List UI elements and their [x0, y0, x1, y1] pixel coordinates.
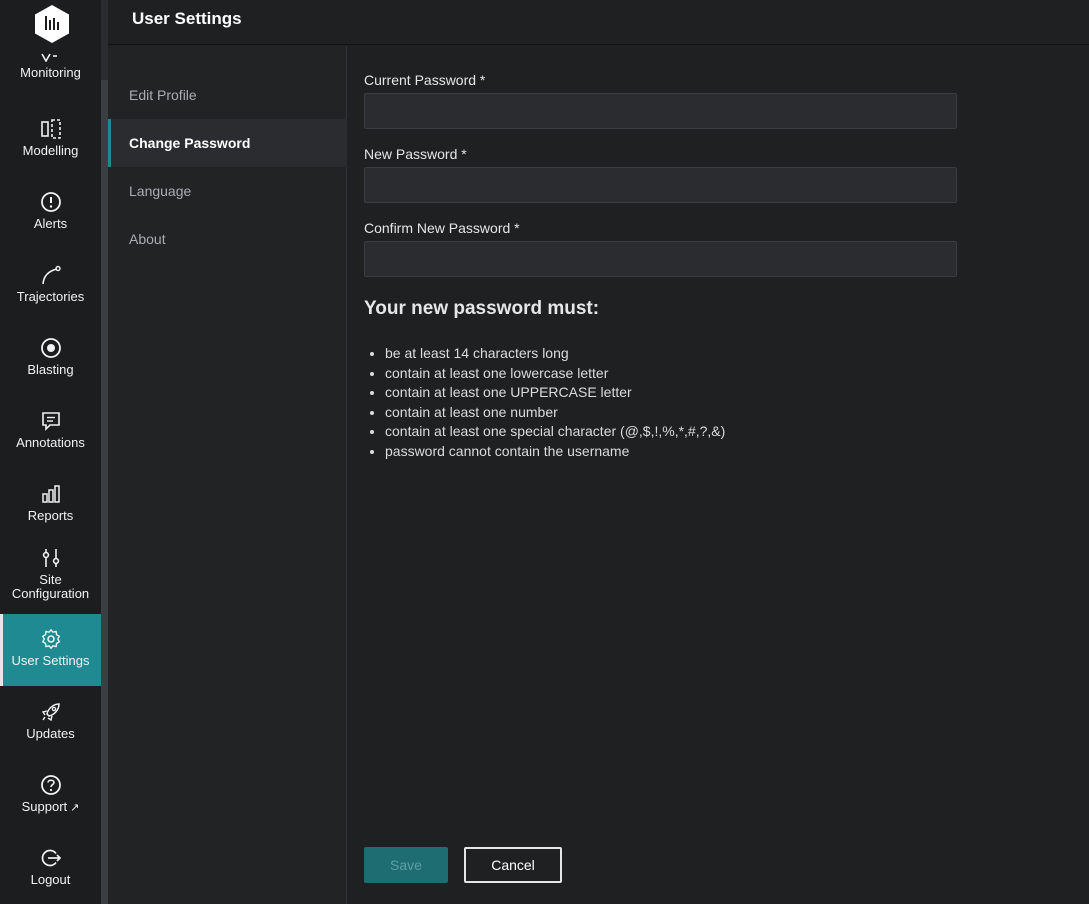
bar-chart-icon	[41, 485, 60, 503]
modelling-icon	[40, 119, 61, 139]
support-label-row: Support ↗	[22, 800, 80, 815]
password-rule: contain at least one special character (…	[385, 422, 725, 442]
app-window: Monitoring Modelling Alerts Trajectories	[0, 0, 1089, 904]
cancel-button[interactable]: Cancel	[464, 847, 562, 883]
nav-logout[interactable]: Logout	[0, 847, 101, 897]
save-button[interactable]: Save	[364, 847, 448, 883]
nav-site-configuration[interactable]: Site Configuration	[0, 547, 101, 609]
sliders-icon	[42, 549, 59, 567]
target-icon	[40, 338, 61, 358]
submenu-item-change-password[interactable]: Change Password	[108, 119, 347, 167]
nav-label: Trajectories	[16, 289, 85, 304]
password-rule: contain at least one number	[385, 403, 725, 423]
password-rule: be at least 14 characters long	[385, 344, 725, 364]
nav-label: Alerts	[33, 216, 68, 231]
logout-icon	[41, 849, 61, 867]
submenu-item-language[interactable]: Language	[108, 167, 347, 215]
help-icon	[40, 775, 61, 795]
trajectory-icon	[41, 265, 61, 285]
alert-icon	[40, 192, 61, 212]
nav-user-settings[interactable]: User Settings	[0, 614, 101, 686]
password-rule: contain at least one lowercase letter	[385, 364, 725, 384]
nav-label: User Settings	[11, 653, 90, 668]
confirm-password-input[interactable]	[364, 241, 957, 277]
external-link-icon: ↗	[70, 802, 80, 814]
page-header: User Settings	[108, 0, 1089, 45]
page-title: User Settings	[132, 9, 242, 28]
nav-label: Support	[21, 799, 68, 814]
nav-label: Annotations	[16, 435, 85, 450]
current-password-input[interactable]	[364, 93, 957, 129]
monitoring-icon	[40, 53, 57, 62]
nav-alerts[interactable]: Alerts	[0, 191, 101, 241]
password-rules-title: Your new password must:	[364, 298, 600, 319]
password-rules-list: be at least 14 characters long contain a…	[385, 344, 725, 461]
submenu-item-about[interactable]: About	[108, 215, 347, 263]
nav-label: Site	[39, 572, 62, 587]
nav-trajectories[interactable]: Trajectories	[0, 264, 101, 314]
current-password-label: Current Password *	[364, 72, 486, 88]
rocket-icon	[41, 703, 60, 722]
nav-modelling[interactable]: Modelling	[0, 118, 101, 168]
app-logo-icon[interactable]	[33, 4, 71, 44]
gear-icon	[41, 628, 60, 650]
nav-monitoring[interactable]: Monitoring	[0, 52, 101, 92]
nav-scrollbar-thumb[interactable]	[101, 80, 108, 904]
nav-label: Modelling	[22, 143, 79, 158]
comment-icon	[41, 412, 60, 431]
submenu-item-edit-profile[interactable]: Edit Profile	[108, 71, 347, 119]
confirm-password-label: Confirm New Password *	[364, 220, 520, 236]
nav-blasting[interactable]: Blasting	[0, 337, 101, 387]
nav-label: Logout	[30, 872, 71, 887]
main-nav: Monitoring Modelling Alerts Trajectories	[0, 0, 101, 904]
settings-submenu: Edit Profile Change Password Language Ab…	[108, 46, 347, 904]
nav-support[interactable]: Support ↗	[0, 774, 101, 824]
nav-reports[interactable]: Reports	[0, 483, 101, 533]
nav-label: Updates	[26, 726, 75, 741]
nav-label: Reports	[27, 508, 74, 523]
nav-label: Monitoring	[20, 65, 81, 80]
nav-annotations[interactable]: Annotations	[0, 410, 101, 460]
nav-label: Configuration	[11, 586, 90, 601]
nav-updates[interactable]: Updates	[0, 701, 101, 751]
nav-label: Blasting	[27, 362, 74, 377]
change-password-panel: Current Password * New Password * Confir…	[348, 46, 1089, 904]
new-password-label: New Password *	[364, 146, 467, 162]
new-password-input[interactable]	[364, 167, 957, 203]
password-rule: password cannot contain the username	[385, 442, 725, 462]
password-rule: contain at least one UPPERCASE letter	[385, 383, 725, 403]
